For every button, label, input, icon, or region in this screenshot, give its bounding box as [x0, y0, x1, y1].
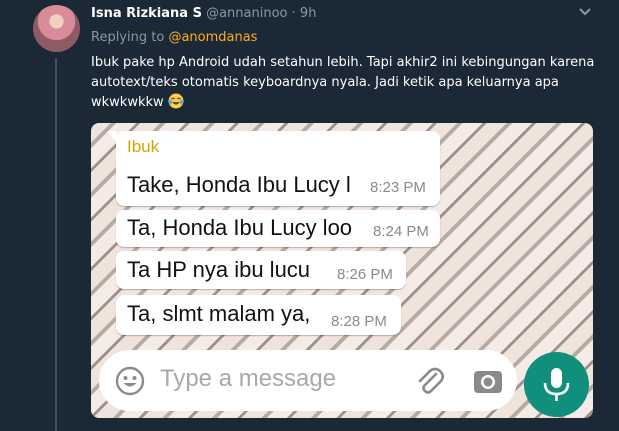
message-text: Ta, Honda Ibu Lucy loo [127, 215, 353, 240]
message-time: 8:24 PM [373, 223, 429, 240]
chat-bubble: Ta HP nya ibu lucu 8:26 PM [116, 251, 406, 289]
laughing-tears-emoji-icon [168, 93, 184, 109]
chat-bubble: Ta, slmt malam ya, 8:28 PM [116, 295, 401, 335]
author-name[interactable]: Isna Rizkiana S [91, 6, 202, 21]
tweet-time[interactable]: 9h [300, 6, 317, 21]
microphone-icon [543, 368, 570, 401]
replying-handle[interactable]: @anomdanas [168, 30, 257, 45]
sender-name: Ibuk [127, 137, 160, 156]
tweet-body: Ibuk pake hp Android udah setahun lebih.… [91, 55, 595, 110]
chat-bubble: Ta, Honda Ibu Lucy loo 8:24 PM [116, 210, 440, 247]
tweet-text: Ibuk pake hp Android udah setahun lebih.… [91, 53, 611, 113]
message-text: Ta HP nya ibu lucu [127, 257, 311, 282]
message-text: Ta, slmt malam ya, [127, 301, 311, 326]
replying-to: Replying to @anomdanas [91, 30, 257, 45]
chevron-down-icon[interactable] [578, 5, 592, 19]
avatar[interactable] [33, 5, 80, 52]
chat-bubble: Ibuk Take, Honda Ibu Lucy l 8:23 PM [107, 131, 440, 206]
thread-line [55, 58, 57, 431]
author-handle[interactable]: @annaninoo [206, 6, 287, 21]
mic-button[interactable] [524, 352, 589, 417]
message-time: 8:28 PM [331, 313, 387, 330]
tweet-header: Isna Rizkiana S @annaninoo · 9h [91, 6, 316, 21]
message-placeholder: Type a message [160, 365, 337, 392]
camera-icon[interactable] [473, 366, 503, 396]
emoji-smiley-icon[interactable] [115, 366, 145, 396]
message-time: 8:23 PM [370, 179, 426, 196]
replying-prefix: Replying to [91, 30, 169, 45]
paperclip-icon[interactable] [414, 364, 446, 396]
attached-screenshot[interactable]: Ibuk Take, Honda Ibu Lucy l 8:23 PM Ta, … [91, 123, 593, 418]
separator-dot: · [287, 6, 300, 21]
message-input[interactable]: Type a message [99, 350, 517, 411]
message-text: Take, Honda Ibu Lucy l [127, 172, 351, 197]
message-time: 8:26 PM [337, 266, 393, 283]
